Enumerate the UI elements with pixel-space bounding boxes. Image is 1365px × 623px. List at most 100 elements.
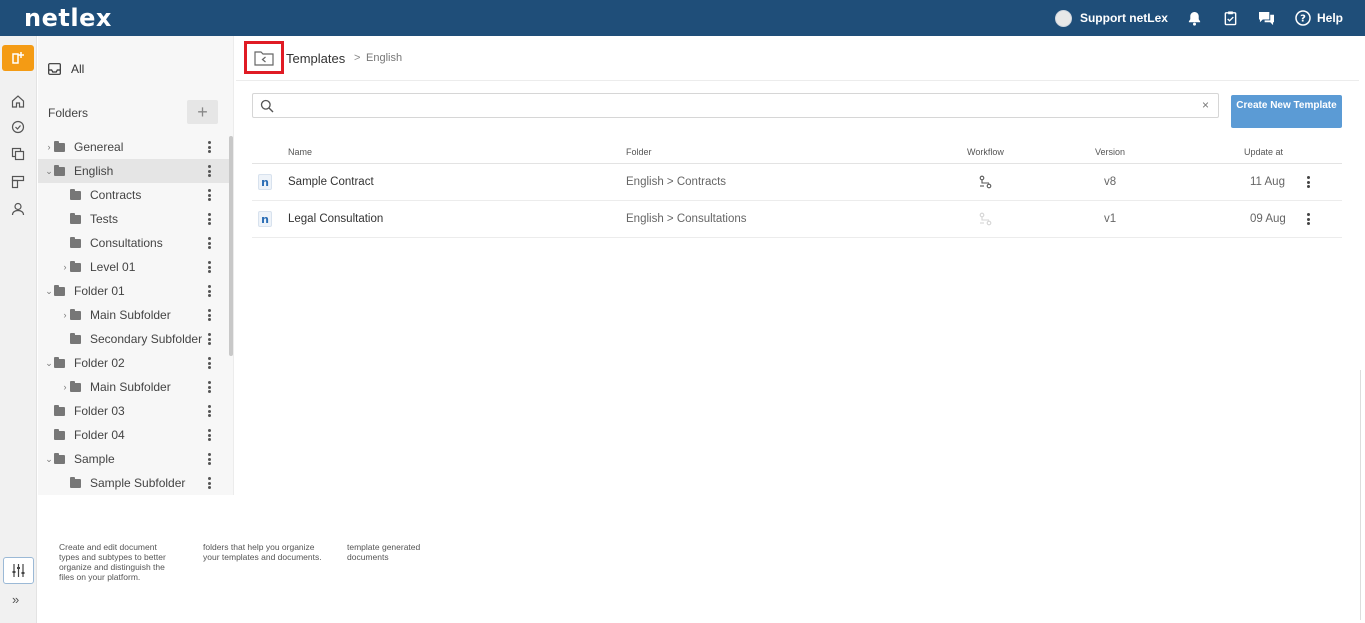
tree-item[interactable]: Consultations: [38, 231, 229, 255]
tree-item[interactable]: Contracts: [38, 183, 229, 207]
table-header: Name Folder Workflow Version Update at: [252, 140, 1342, 164]
more-icon[interactable]: [208, 189, 211, 201]
tree-item[interactable]: › Main Subfolder: [38, 303, 229, 327]
folder-root: English: [626, 213, 664, 225]
tree-item[interactable]: Sample Subfolder: [38, 471, 229, 495]
column-header-workflow[interactable]: Workflow: [967, 147, 1004, 157]
more-icon[interactable]: [208, 213, 211, 225]
tree-item[interactable]: ⌄ Folder 02: [38, 351, 229, 375]
user-menu[interactable]: Support netLex: [1054, 9, 1168, 27]
user-name: Support netLex: [1079, 11, 1168, 25]
chevron-right-icon: >: [666, 176, 674, 188]
sidebar-scrollbar[interactable]: [229, 136, 233, 356]
more-icon[interactable]: [208, 477, 211, 489]
create-template-button[interactable]: Create New Template: [1231, 95, 1342, 128]
board-icon[interactable]: [9, 173, 26, 190]
tree-item-label: Main Subfolder: [90, 380, 171, 394]
tree-item-label: Contracts: [90, 188, 142, 202]
chevron-down-icon[interactable]: ⌄: [44, 166, 54, 177]
user-icon[interactable]: [9, 200, 26, 217]
more-icon[interactable]: [208, 453, 211, 465]
clipboard-check-icon[interactable]: [1222, 9, 1240, 27]
column-header-updated[interactable]: Update at: [1244, 147, 1283, 157]
column-header-version[interactable]: Version: [1095, 147, 1125, 157]
more-icon[interactable]: [208, 141, 211, 153]
sliders-icon[interactable]: [3, 557, 34, 584]
add-folder-button[interactable]: +: [187, 100, 218, 124]
more-icon[interactable]: [208, 333, 211, 345]
search-icon: [260, 99, 274, 113]
template-version: v1: [1104, 213, 1117, 225]
tree-item-label: Secondary Subfolder: [90, 332, 203, 346]
more-icon[interactable]: [208, 357, 211, 369]
netlex-logo[interactable]: netlex: [24, 4, 112, 32]
tree-item[interactable]: Folder 03: [38, 399, 229, 423]
more-icon[interactable]: [208, 165, 211, 177]
chevron-right-icon[interactable]: ›: [60, 310, 70, 320]
tree-item[interactable]: › Main Subfolder: [38, 375, 229, 399]
tree-item-label: Main Subfolder: [90, 308, 171, 322]
top-bar-actions: Support netLex ? Help: [1054, 0, 1343, 36]
tree-item[interactable]: ⌄ English: [38, 159, 229, 183]
svg-text:?: ?: [1300, 14, 1306, 25]
bell-icon[interactable]: [1186, 9, 1204, 27]
table-row[interactable]: n Sample Contract English > Contracts v8…: [252, 164, 1342, 201]
template-name[interactable]: Sample Contract: [288, 176, 374, 188]
back-folder-button[interactable]: [244, 41, 284, 74]
workflow-icon[interactable]: [979, 175, 992, 189]
expand-icon[interactable]: »: [12, 592, 19, 607]
template-version: v8: [1104, 176, 1117, 188]
copy-icon[interactable]: [9, 145, 26, 162]
more-icon[interactable]: [208, 285, 211, 297]
chevron-right-icon[interactable]: ›: [60, 262, 70, 272]
column-header-folder[interactable]: Folder: [626, 147, 652, 157]
tree-item[interactable]: Tests: [38, 207, 229, 231]
tree-item[interactable]: › Level 01: [38, 255, 229, 279]
tree-item[interactable]: Secondary Subfolder: [38, 327, 229, 351]
help-text-document-types: Create and edit document types and subty…: [59, 542, 166, 582]
more-icon[interactable]: [208, 429, 211, 441]
chevron-down-icon[interactable]: ⌄: [44, 454, 54, 465]
tree-item-label: Consultations: [90, 236, 163, 250]
template-folder: English > Consultations: [626, 213, 747, 225]
dashboard-icon[interactable]: [9, 118, 26, 135]
chevron-right-icon[interactable]: ›: [44, 142, 54, 152]
folder-sidebar: All Folders + › Genereal ⌄ English Contrac…: [38, 36, 234, 495]
chevron-right-icon[interactable]: ›: [60, 382, 70, 392]
row-more-icon[interactable]: [1307, 213, 1310, 225]
more-icon[interactable]: [208, 261, 211, 273]
tree-item[interactable]: › Genereal: [38, 135, 229, 159]
help-link[interactable]: ? Help: [1294, 9, 1343, 27]
tree-item[interactable]: ⌄ Folder 01: [38, 279, 229, 303]
page-scrollbar[interactable]: [1360, 370, 1361, 620]
new-template-icon[interactable]: [2, 45, 34, 71]
folder-icon: [54, 164, 65, 176]
tree-item-label: English: [74, 164, 114, 178]
more-icon[interactable]: [208, 405, 211, 417]
home-icon[interactable]: [9, 92, 26, 109]
netlex-doc-icon: n: [258, 174, 272, 190]
row-more-icon[interactable]: [1307, 176, 1310, 188]
template-name[interactable]: Legal Consultation: [288, 213, 383, 225]
folder-root: English: [626, 176, 664, 188]
page-title[interactable]: Templates: [286, 51, 345, 66]
all-templates-link[interactable]: All: [48, 62, 84, 76]
folder-back-icon: [254, 50, 274, 66]
more-icon[interactable]: [208, 381, 211, 393]
chat-icon[interactable]: [1258, 9, 1276, 27]
search-field[interactable]: ×: [252, 93, 1219, 118]
clear-search-icon[interactable]: ×: [1202, 98, 1209, 112]
tree-item[interactable]: Folder 04: [38, 423, 229, 447]
more-icon[interactable]: [208, 237, 211, 249]
table-row[interactable]: n Legal Consultation English > Consultat…: [252, 201, 1342, 238]
column-header-name[interactable]: Name: [288, 147, 312, 157]
chevron-down-icon[interactable]: ⌄: [44, 358, 54, 369]
chevron-down-icon[interactable]: ⌄: [44, 286, 54, 297]
folder-sub: Consultations: [676, 213, 747, 225]
tree-item[interactable]: ⌄ Sample: [38, 447, 229, 471]
search-input[interactable]: [279, 97, 1179, 114]
folder-icon: [54, 284, 65, 296]
folder-icon: [70, 188, 81, 200]
tree-item-label: Level 01: [90, 260, 136, 274]
more-icon[interactable]: [208, 309, 211, 321]
